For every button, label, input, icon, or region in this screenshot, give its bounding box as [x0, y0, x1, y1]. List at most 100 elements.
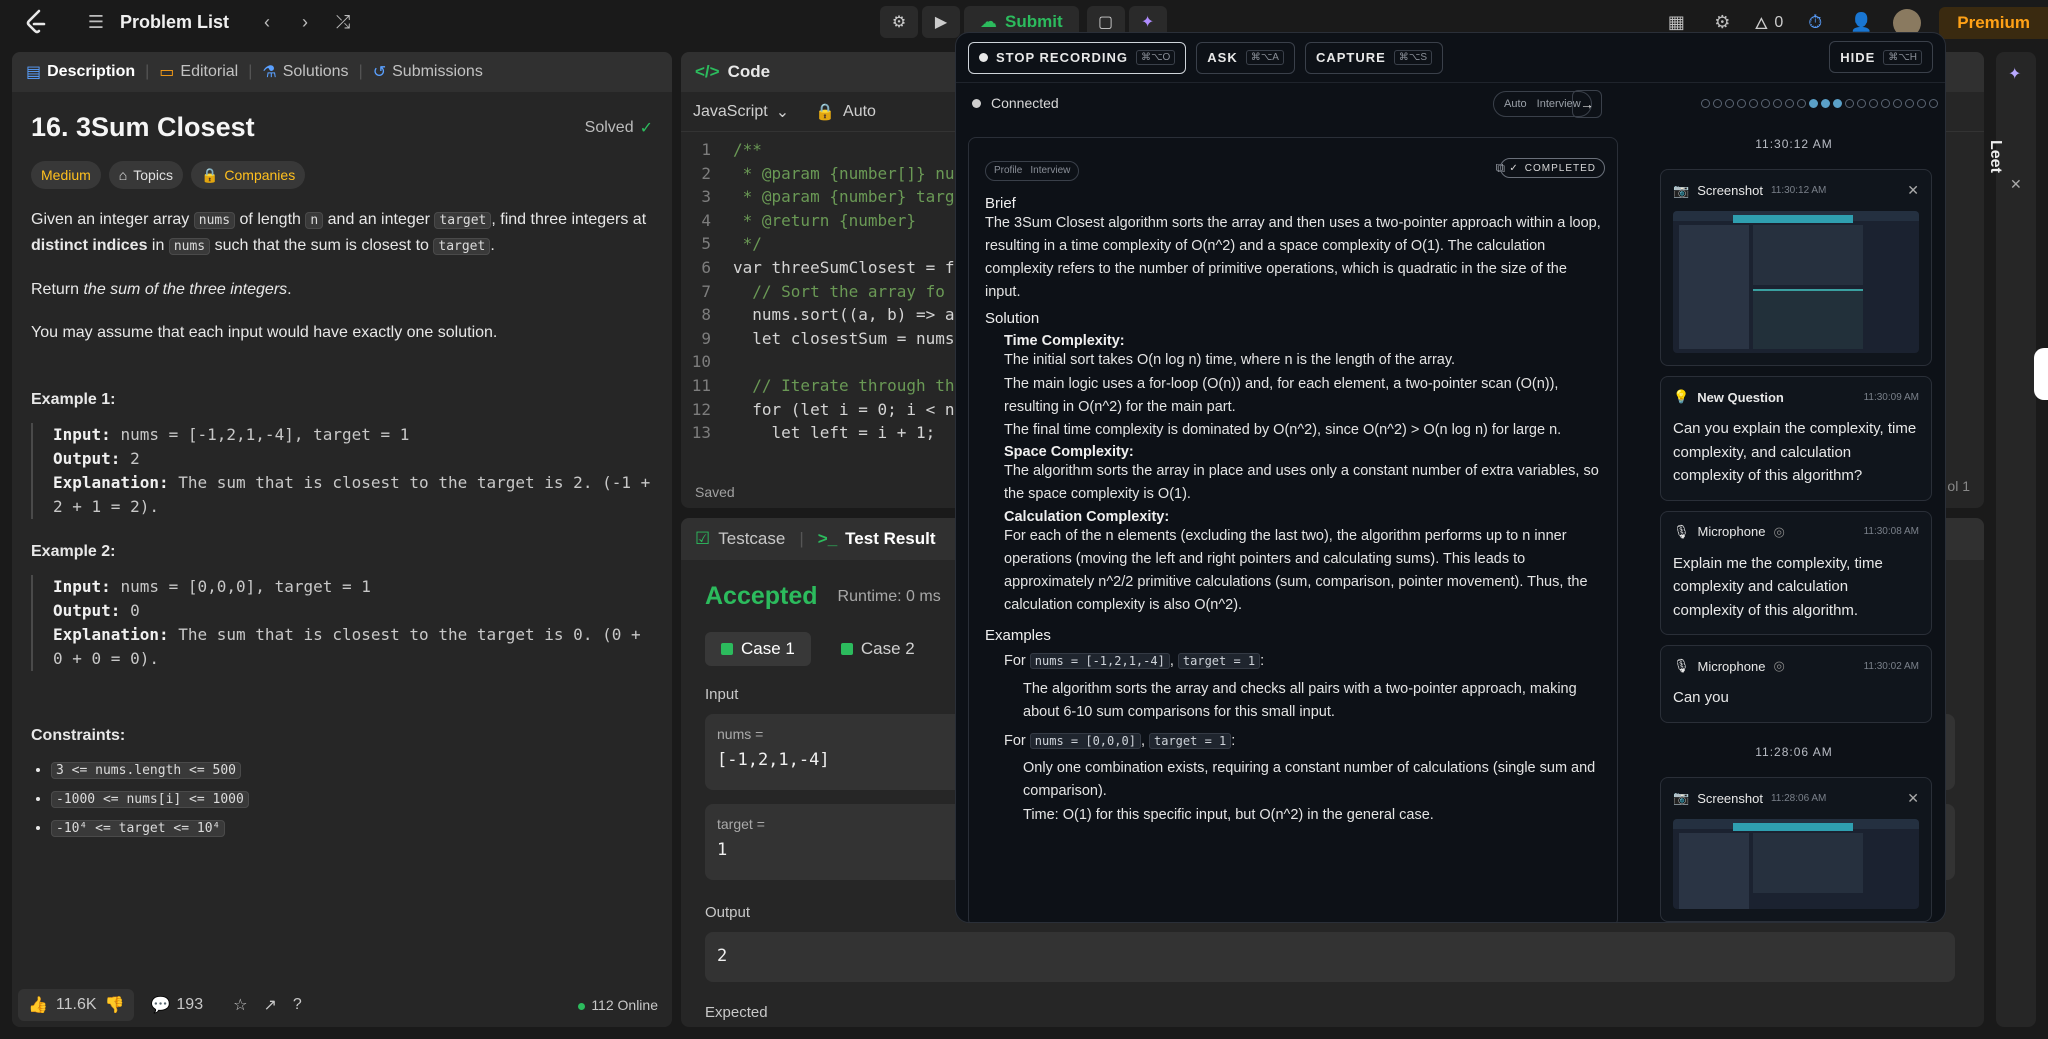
event-timeline[interactable]: 11:30:12 AM 📷 Screenshot 11:30:12 AM ✕ 💡…: [1649, 115, 1939, 922]
close-icon[interactable]: ✕: [1907, 790, 1919, 807]
statement-text: Given an integer array: [31, 211, 190, 228]
capture-button[interactable]: CAPTURE ⌘⌥S: [1304, 41, 1443, 74]
page-dot[interactable]: [1785, 99, 1794, 108]
page-dot[interactable]: [1881, 99, 1890, 108]
chevron-down-icon: ⌄: [775, 103, 790, 121]
book-icon: ▭: [159, 64, 175, 81]
thumb-highlight: [1733, 822, 1853, 831]
constraint-code: -10⁴ <= target <= 10⁴: [51, 820, 226, 837]
tab-solutions[interactable]: ⚗ Solutions: [262, 62, 348, 82]
inline-code: target: [434, 212, 492, 229]
cursor-position: ol 1: [1947, 478, 1970, 494]
shuffle-icon[interactable]: ⤮: [329, 12, 357, 33]
page-dot[interactable]: [1737, 99, 1746, 108]
code-tab-label[interactable]: Code: [728, 62, 771, 82]
page-dot[interactable]: [1761, 99, 1770, 108]
page-dot[interactable]: [1869, 99, 1878, 108]
solution-heading: Solution: [985, 310, 1040, 328]
edge-handle[interactable]: [2034, 348, 2048, 400]
page-dot[interactable]: [1809, 99, 1818, 108]
premium-button[interactable]: Premium: [1939, 6, 2048, 39]
problem-description: 16. 3Sum Closest Solved ✓ Medium ⌂ Topic…: [12, 92, 672, 868]
runtime-text: Runtime: 0 ms: [837, 587, 941, 605]
debug-button[interactable]: ⚙: [880, 6, 918, 38]
tab-description-label: Description: [47, 63, 136, 80]
page-dot[interactable]: [1725, 99, 1734, 108]
case-2-button[interactable]: Case 2: [825, 632, 931, 666]
answer-example-2: For nums = [0,0,0], target = 1:: [1004, 732, 1236, 749]
thumb-pane: [1753, 225, 1863, 285]
screenshot-card[interactable]: 📷 Screenshot 11:30:12 AM ✕: [1660, 169, 1932, 366]
pass-check-icon: [840, 643, 853, 655]
close-icon[interactable]: ✕: [1907, 182, 1919, 199]
screenshot-card[interactable]: 📷 Screenshot 11:28:06 AM ✕: [1660, 776, 1932, 922]
microphone-card[interactable]: 🎙 Microphone ◎ 11:30:08 AM Explain me th…: [1660, 510, 1932, 635]
hide-button[interactable]: HIDE ⌘⌥H: [1829, 41, 1933, 73]
output-label: Output: [705, 904, 751, 921]
screenshot-thumbnail[interactable]: [1673, 211, 1919, 353]
topics-badge[interactable]: ⌂ Topics: [108, 161, 183, 189]
layout-icon[interactable]: ▦: [1662, 12, 1690, 33]
stop-recording-button[interactable]: STOP RECORDING ⌘⌥O: [968, 41, 1187, 74]
share-icon[interactable]: ↗: [263, 995, 276, 1015]
camera-icon: 📷: [1673, 790, 1690, 805]
auto-mode[interactable]: 🔒 Auto: [815, 102, 876, 122]
code-text: /**: [733, 140, 762, 159]
problem-list-title[interactable]: Problem List: [120, 12, 229, 33]
difficulty-badge: Medium: [31, 161, 101, 189]
case-1-button[interactable]: Case 1: [705, 632, 811, 666]
timer-icon[interactable]: ⏱: [1801, 12, 1829, 33]
page-dot[interactable]: [1893, 99, 1902, 108]
tab-test-result[interactable]: >_ Test Result: [818, 529, 936, 549]
page-dot[interactable]: [1701, 99, 1710, 108]
page-dot[interactable]: [1713, 99, 1722, 108]
overlay-toolbar: STOP RECORDING ⌘⌥O ASK ⌘⌥A CAPTURE ⌘⌥S H…: [956, 33, 1945, 83]
companies-badge[interactable]: 🔒 Companies: [190, 161, 306, 189]
language-select[interactable]: JavaScript ⌄: [693, 102, 789, 122]
page-dot[interactable]: [1905, 99, 1914, 108]
question-card[interactable]: 💡 New Question 11:30:09 AM Can you expla…: [1660, 376, 1932, 501]
mode-auto[interactable]: Auto: [1504, 98, 1527, 110]
comments-button[interactable]: 💬 193: [150, 995, 203, 1015]
tab-testcase[interactable]: ☑ Testcase: [695, 529, 785, 549]
page-dot[interactable]: [1833, 99, 1842, 108]
problem-title[interactable]: 16. 3Sum Closest: [31, 112, 255, 143]
help-icon[interactable]: ?: [293, 996, 302, 1014]
pill-label: Interview: [1030, 165, 1071, 176]
microphone-card[interactable]: 🎙 Microphone ◎ 11:30:02 AM Can you: [1660, 645, 1932, 723]
tab-editorial[interactable]: ▭ Editorial: [159, 62, 238, 82]
star-icon[interactable]: ☆: [233, 995, 247, 1015]
close-icon[interactable]: ✕: [2010, 176, 2022, 193]
thumbs-up-icon[interactable]: 👍: [28, 995, 48, 1015]
page-dot[interactable]: [1797, 99, 1806, 108]
page-dot[interactable]: [1773, 99, 1782, 108]
bug-icon: ⚙: [891, 14, 907, 31]
settings-gear-icon[interactable]: ⚙: [1708, 12, 1736, 33]
add-friend-icon[interactable]: 👤: [1847, 12, 1875, 33]
example-1-box: Input: nums = [-1,2,1,-4], target = 1 Ou…: [31, 423, 653, 519]
run-button[interactable]: ▶: [922, 6, 960, 38]
ask-button[interactable]: ASK ⌘⌥A: [1196, 41, 1295, 74]
tab-submissions[interactable]: ↺ Submissions: [373, 62, 483, 82]
page-dot[interactable]: [1857, 99, 1866, 108]
screenshot-thumbnail[interactable]: [1673, 818, 1919, 909]
statement-italic: the sum of the three integers: [83, 281, 288, 298]
next-arrow-button[interactable]: →: [1572, 90, 1602, 118]
page-dot[interactable]: [1929, 99, 1938, 108]
note-icon: ▢: [1098, 14, 1114, 31]
thumbs-down-icon[interactable]: 👎: [105, 995, 125, 1015]
page-dot[interactable]: [1821, 99, 1830, 108]
test-result-label: Test Result: [845, 529, 936, 548]
line-number: 2: [701, 163, 711, 183]
tab-description[interactable]: ▤ Description: [26, 62, 135, 82]
flask-icon: ⚗: [262, 64, 277, 81]
chevron-left-icon[interactable]: ‹: [253, 12, 281, 33]
problem-list-icon[interactable]: ☰: [82, 12, 110, 33]
chevron-right-icon[interactable]: ›: [291, 12, 319, 33]
page-dot[interactable]: [1845, 99, 1854, 108]
leet-label[interactable]: Leet: [1986, 140, 2004, 173]
page-dot[interactable]: [1749, 99, 1758, 108]
page-dot[interactable]: [1917, 99, 1926, 108]
play-icon: ▶: [934, 14, 948, 31]
leetcode-logo-icon[interactable]: [24, 9, 50, 35]
